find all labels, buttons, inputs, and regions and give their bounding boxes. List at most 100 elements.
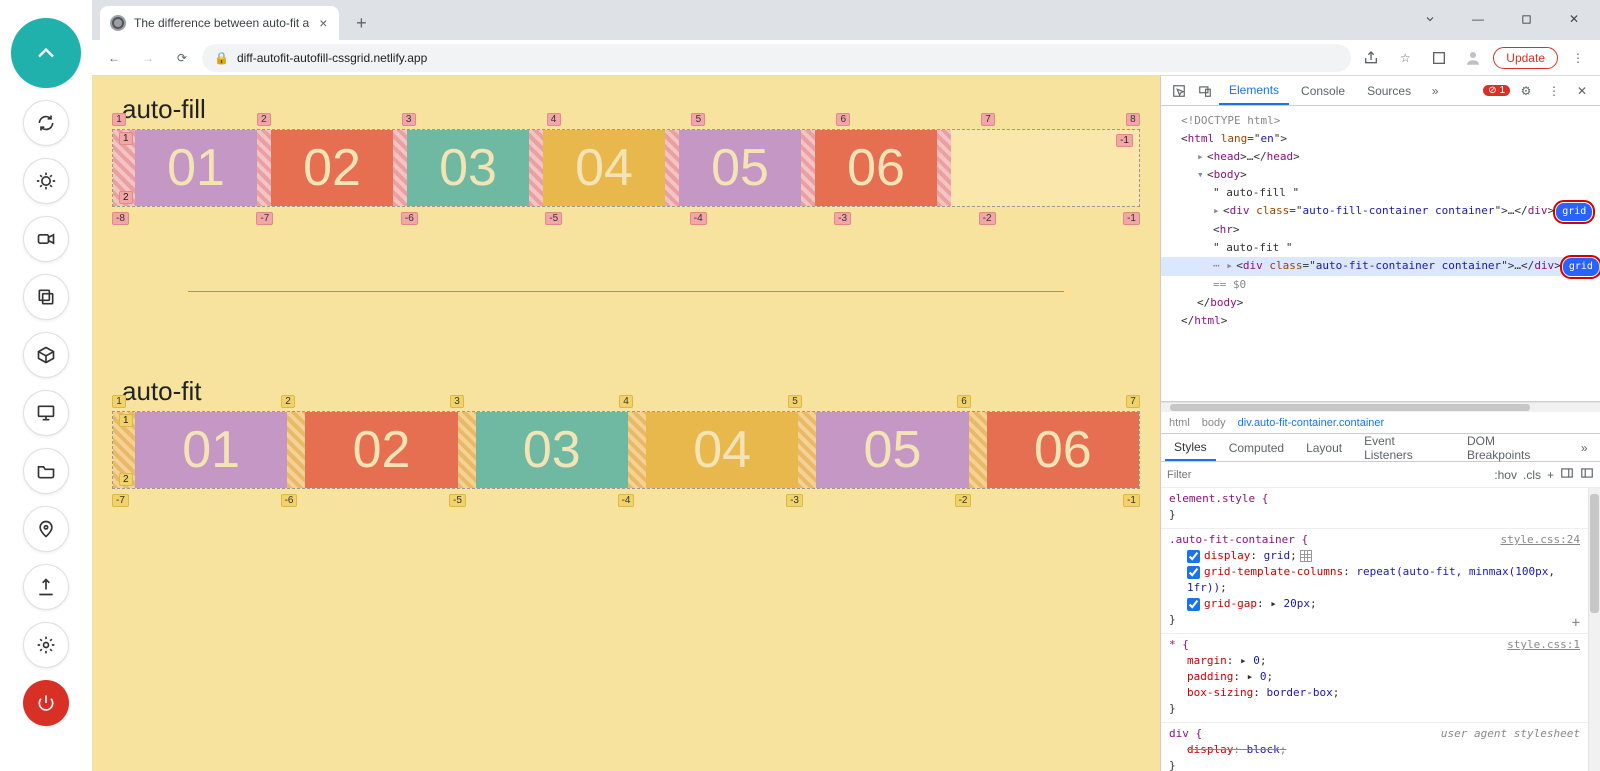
breadcrumb-item[interactable]: div.auto-fit-container.container [1238, 417, 1385, 429]
dom-node[interactable]: </body> [1161, 294, 1600, 312]
window-dropdown-button[interactable] [1408, 4, 1452, 34]
fit-outline: 1 2 -1 01 02 03 04 05 [112, 411, 1140, 489]
toolbar: ← → ⟳ 🔒 diff-autofit-autofill-cssgrid.ne… [92, 40, 1600, 76]
error-badge[interactable]: ⊘ 1 [1483, 85, 1510, 96]
grid-line-label: 6 [957, 395, 971, 408]
grid-badge[interactable]: grid [1563, 258, 1599, 276]
extensions-button[interactable] [1425, 44, 1453, 72]
tab-layout[interactable]: Layout [1297, 436, 1351, 460]
inspect-button[interactable] [1167, 79, 1191, 103]
rule-auto-fit[interactable]: style.css:24 .auto-fit-container { displ… [1161, 529, 1588, 634]
row-line-label: 2 [119, 473, 133, 486]
dom-node[interactable]: ▸<div class="auto-fill-container contain… [1161, 202, 1600, 221]
computed-sidebar-button[interactable] [1560, 466, 1574, 483]
tab-console[interactable]: Console [1291, 78, 1355, 104]
window-minimize-button[interactable]: — [1456, 4, 1500, 34]
url-text: diff-autofit-autofill-cssgrid.netlify.ap… [237, 51, 427, 65]
monitor-button[interactable] [23, 390, 69, 436]
dom-node[interactable]: <hr> [1161, 221, 1600, 239]
styles-rules-wrap: element.style { } style.css:24 .auto-fit… [1161, 488, 1600, 771]
tab-sources[interactable]: Sources [1357, 78, 1421, 104]
grid-cell: 03 [476, 412, 628, 488]
fill-top-lines: 1 2 3 4 5 6 7 8 [112, 113, 1140, 126]
styles-scrollbar[interactable] [1588, 488, 1600, 771]
grid-cell: 01 [135, 412, 287, 488]
tab-strip: The difference between auto-fit a × + — … [92, 0, 1600, 40]
window-close-button[interactable]: ✕ [1552, 4, 1596, 34]
dom-node[interactable]: <html lang="en"> [1161, 130, 1600, 148]
add-rule-button[interactable]: + [1572, 615, 1580, 631]
devices-icon [1198, 84, 1212, 98]
back-button[interactable]: ← [100, 44, 128, 72]
location-button[interactable] [23, 506, 69, 552]
tab-event-listeners[interactable]: Event Listeners [1355, 429, 1454, 467]
rule-src-link[interactable]: style.css:24 [1501, 532, 1580, 548]
prop-toggle[interactable] [1187, 566, 1200, 579]
grid-gap [458, 412, 476, 488]
folder-button[interactable] [23, 448, 69, 494]
grid-swatch-icon[interactable] [1300, 550, 1312, 562]
close-tab-button[interactable]: × [317, 15, 329, 31]
rule-star[interactable]: style.css:1 * { margin: ▸ 0; padding: ▸ … [1161, 634, 1588, 723]
dom-text[interactable]: " auto-fill " [1161, 184, 1600, 202]
profile-button[interactable] [1459, 44, 1487, 72]
cls-toggle[interactable]: .cls [1523, 468, 1541, 482]
dom-tree[interactable]: <!DOCTYPE html> <html lang="en"> ▸<head>… [1161, 106, 1600, 402]
upload-button[interactable] [23, 564, 69, 610]
rule-src-link[interactable]: style.css:1 [1507, 637, 1580, 653]
styles-rules[interactable]: element.style { } style.css:24 .auto-fit… [1161, 488, 1588, 771]
devtools-close-button[interactable]: ✕ [1570, 79, 1594, 103]
rule-ua-div[interactable]: user agent stylesheet div { display: blo… [1161, 723, 1588, 771]
prop-toggle[interactable] [1187, 598, 1200, 611]
puzzle-icon [1431, 50, 1447, 66]
sidebar-toggle-button[interactable] [1580, 466, 1594, 483]
breadcrumb-item[interactable]: html [1169, 417, 1190, 429]
box-button[interactable] [23, 332, 69, 378]
prop-toggle[interactable] [1187, 550, 1200, 563]
copy-button[interactable] [23, 274, 69, 320]
dom-node-selected[interactable]: ⋯ ▸<div class="auto-fit-container contai… [1161, 257, 1600, 276]
reload-button[interactable]: ⟳ [168, 44, 196, 72]
styles-filter-input[interactable] [1167, 469, 1488, 481]
bookmark-button[interactable]: ☆ [1391, 44, 1419, 72]
breadcrumb-item[interactable]: body [1202, 417, 1226, 429]
new-rule-button[interactable]: + [1547, 468, 1554, 482]
camera-button[interactable] [23, 216, 69, 262]
bug-button[interactable] [23, 158, 69, 204]
dom-horizontal-scrollbar[interactable] [1161, 402, 1600, 412]
dom-doctype: <!DOCTYPE html> [1181, 114, 1280, 127]
dom-node[interactable]: </html> [1161, 312, 1600, 330]
styles-overflow-button[interactable]: » [1573, 436, 1596, 460]
tab-elements[interactable]: Elements [1219, 77, 1289, 105]
devtools-settings-button[interactable]: ⚙ [1514, 79, 1538, 103]
device-toggle-button[interactable] [1193, 79, 1217, 103]
grid-badge[interactable]: grid [1556, 203, 1592, 221]
tab-dom-breakpoints[interactable]: DOM Breakpoints [1458, 429, 1569, 467]
tab-computed[interactable]: Computed [1220, 436, 1293, 460]
dom-node[interactable]: ▾<body> [1161, 166, 1600, 184]
hov-toggle[interactable]: :hov [1494, 468, 1517, 482]
sync-button[interactable] [23, 100, 69, 146]
settings-button[interactable] [23, 622, 69, 668]
grid-line-label: -3 [834, 212, 851, 225]
address-bar[interactable]: 🔒 diff-autofit-autofill-cssgrid.netlify.… [202, 44, 1351, 72]
rule-element-style[interactable]: element.style { } [1161, 488, 1588, 529]
forward-button[interactable]: → [134, 44, 162, 72]
bug-icon [36, 171, 56, 191]
share-button[interactable] [1357, 44, 1385, 72]
grid-gap [798, 412, 816, 488]
new-tab-button[interactable]: + [347, 9, 375, 37]
browser-tab[interactable]: The difference between auto-fit a × [100, 6, 339, 40]
power-button[interactable] [23, 680, 69, 726]
window-maximize-button[interactable] [1504, 4, 1548, 34]
dom-node[interactable]: ▸<head>…</head> [1161, 148, 1600, 166]
dom-text[interactable]: " auto-fit " [1161, 239, 1600, 257]
update-button[interactable]: Update [1493, 47, 1558, 69]
grid-line-label: -2 [955, 494, 972, 507]
collapse-up-button[interactable] [11, 18, 81, 88]
menu-button[interactable]: ⋮ [1564, 44, 1592, 72]
tab-styles[interactable]: Styles [1165, 435, 1216, 461]
grid-gap [937, 130, 951, 206]
devtools-menu-button[interactable]: ⋮ [1542, 79, 1566, 103]
tabs-overflow-button[interactable]: » [1423, 79, 1447, 103]
